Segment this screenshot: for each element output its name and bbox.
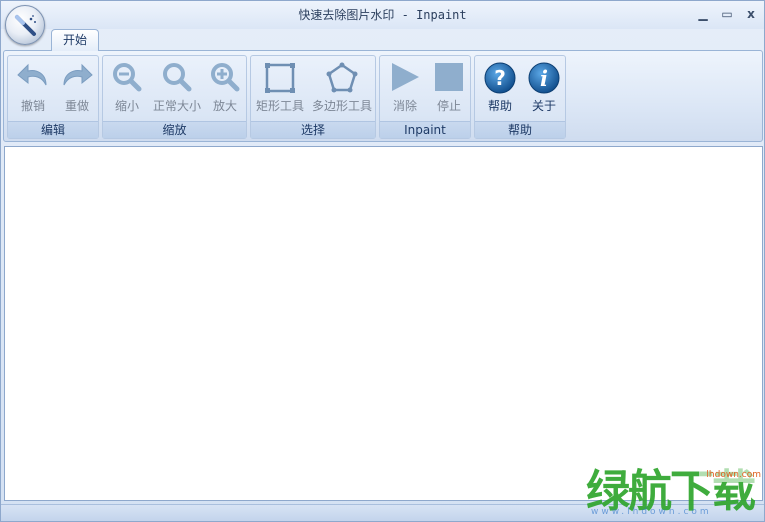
magic-wand-icon bbox=[15, 15, 36, 36]
redo-label: 重做 bbox=[64, 99, 89, 113]
title-separator: - bbox=[394, 8, 417, 22]
close-button[interactable]: x bbox=[742, 5, 760, 23]
polygon-tool-button[interactable]: 多边形工具 bbox=[309, 59, 375, 117]
watermark-site: lhdown.com bbox=[699, 468, 761, 482]
redo-icon bbox=[63, 63, 93, 86]
stop-label: 停止 bbox=[436, 99, 461, 113]
title-en: Inpaint bbox=[416, 8, 467, 22]
ribbon: 撤销 重做 编辑 缩小 正常大小 放大 缩放 矩形工具 多边形工具 选择 消除 … bbox=[3, 50, 763, 142]
group-edit-label: 编辑 bbox=[8, 121, 98, 138]
svg-text:?: ? bbox=[494, 66, 506, 90]
rectangle-tool-button[interactable]: 矩形工具 bbox=[253, 59, 307, 117]
help-label: 帮助 bbox=[487, 99, 512, 113]
group-inpaint: 消除 停止 Inpaint bbox=[379, 55, 471, 139]
zoom-out-button[interactable]: 缩小 bbox=[107, 59, 147, 117]
about-label: 关于 bbox=[531, 99, 556, 113]
group-select: 矩形工具 多边形工具 选择 bbox=[250, 55, 376, 139]
undo-icon bbox=[17, 63, 47, 86]
title-bar: 快速去除图片水印 - Inpaint ▁ ▭ x bbox=[1, 1, 764, 29]
about-button[interactable]: i 关于 bbox=[523, 59, 565, 117]
polygon-icon bbox=[326, 62, 358, 93]
undo-button[interactable]: 撤销 bbox=[12, 59, 54, 117]
title-zh: 快速去除图片水印 bbox=[298, 8, 395, 22]
erase-button[interactable]: 消除 bbox=[384, 59, 426, 117]
play-icon bbox=[392, 63, 419, 91]
zoom-in-icon bbox=[211, 63, 240, 92]
rectangle-tool-label: 矩形工具 bbox=[255, 99, 304, 113]
undo-label: 撤销 bbox=[20, 99, 45, 113]
group-help: ? 帮助 i 关于 帮助 bbox=[474, 55, 566, 139]
help-button[interactable]: ? 帮助 bbox=[479, 59, 521, 117]
maximize-button[interactable]: ▭ bbox=[718, 5, 736, 23]
zoom-in-button[interactable]: 放大 bbox=[205, 59, 245, 117]
group-zoom-label: 缩放 bbox=[103, 121, 246, 138]
window-title: 快速去除图片水印 - Inpaint bbox=[1, 1, 764, 29]
group-inpaint-label: Inpaint bbox=[380, 121, 470, 138]
zoom-out-icon bbox=[113, 63, 142, 92]
watermark-url: www.lhdown.com bbox=[591, 507, 712, 517]
stop-icon bbox=[435, 63, 463, 91]
erase-label: 消除 bbox=[392, 99, 417, 113]
polygon-tool-label: 多边形工具 bbox=[311, 99, 372, 113]
redo-button[interactable]: 重做 bbox=[56, 59, 98, 117]
group-edit: 撤销 重做 编辑 bbox=[7, 55, 99, 139]
magnifier-icon bbox=[163, 63, 192, 92]
group-help-label: 帮助 bbox=[475, 121, 565, 138]
svg-text:i: i bbox=[540, 66, 548, 91]
tab-start[interactable]: 开始 bbox=[51, 29, 99, 51]
group-zoom: 缩小 正常大小 放大 缩放 bbox=[102, 55, 247, 139]
zoom-out-label: 缩小 bbox=[114, 99, 139, 113]
image-canvas[interactable] bbox=[4, 146, 763, 501]
group-select-label: 选择 bbox=[251, 121, 375, 138]
stop-button[interactable]: 停止 bbox=[428, 59, 470, 117]
actual-size-button[interactable]: 正常大小 bbox=[147, 59, 207, 117]
app-menu-button[interactable] bbox=[5, 5, 45, 45]
app-window: 快速去除图片水印 - Inpaint ▁ ▭ x 开始 撤销 重做 编辑 缩小 … bbox=[0, 0, 765, 522]
actual-size-label: 正常大小 bbox=[152, 99, 201, 113]
zoom-in-label: 放大 bbox=[212, 99, 237, 113]
rectangle-icon bbox=[265, 63, 295, 93]
minimize-button[interactable]: ▁ bbox=[694, 5, 712, 23]
info-icon: i bbox=[528, 62, 560, 94]
question-icon: ? bbox=[484, 62, 516, 94]
